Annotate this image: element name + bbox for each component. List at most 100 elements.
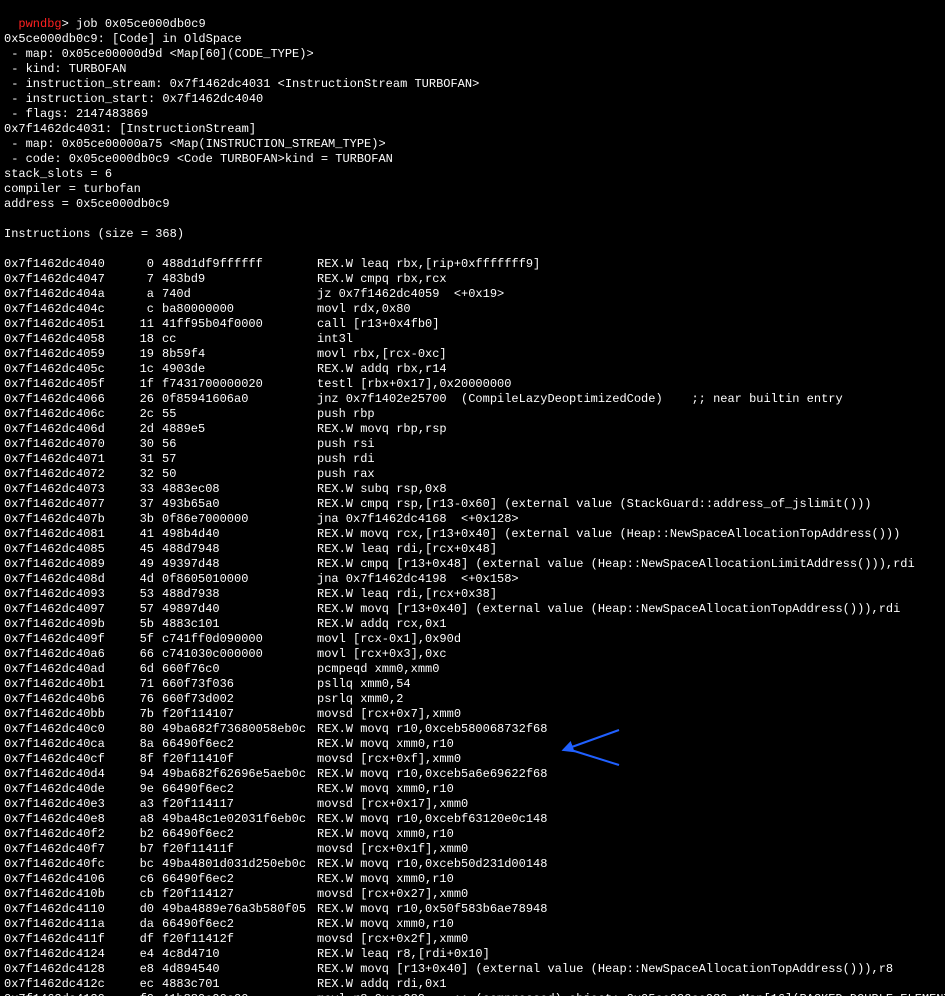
instr-asm: movsd [rcx+0x27],xmm0 <box>317 887 468 902</box>
instr-address: 0x7f1462dc404a <box>4 287 114 302</box>
instr-address: 0x7f1462dc405f <box>4 377 114 392</box>
instr-address: 0x7f1462dc40fc <box>4 857 114 872</box>
instr-hex: 41b889e90c00 <box>154 992 317 996</box>
instr-address: 0x7f1462dc4040 <box>4 257 114 272</box>
disasm-row: 0x7f1462dc408d4d0f8605010000jna 0x7f1462… <box>4 572 941 587</box>
instr-offset: 41 <box>114 527 154 542</box>
disasm-row: 0x7f1462dc405818ccint3l <box>4 332 941 347</box>
instr-offset: 5f <box>114 632 154 647</box>
instr-hex: 49ba48c1e02031f6eb0c <box>154 812 317 827</box>
instr-asm: movsd [rcx+0x1f],xmm0 <box>317 842 468 857</box>
instr-address: 0x7f1462dc40a6 <box>4 647 114 662</box>
object-header: 0x5ce000db0c9: [Code] in OldSpace - map:… <box>4 32 941 242</box>
instr-asm: movl rdx,0x80 <box>317 302 411 317</box>
instr-hex: 55 <box>154 407 317 422</box>
instr-asm: testl [rbx+0x17],0x20000000 <box>317 377 511 392</box>
instr-hex: 498b4d40 <box>154 527 317 542</box>
instr-address: 0x7f1462dc40de <box>4 782 114 797</box>
instr-asm: psrlq xmm0,2 <box>317 692 403 707</box>
instr-address: 0x7f1462dc4066 <box>4 392 114 407</box>
instr-asm: REX.W movq rcx,[r13+0x40] (external valu… <box>317 527 900 542</box>
instr-asm: pcmpeqd xmm0,xmm0 <box>317 662 439 677</box>
instr-asm: REX.W leaq rdi,[rcx+0x48] <box>317 542 497 557</box>
instr-hex: 4d894540 <box>154 962 317 977</box>
disasm-row: 0x7f1462dc4110d049ba4889e76a3b580f05REX.… <box>4 902 941 917</box>
instr-asm: REX.W movq [r13+0x40] (external value (H… <box>317 962 893 977</box>
instr-hex: 483bd9 <box>154 272 317 287</box>
instr-asm: movsd [rcx+0x7],xmm0 <box>317 707 461 722</box>
instr-offset: c6 <box>114 872 154 887</box>
instr-asm: REX.W movq xmm0,r10 <box>317 782 454 797</box>
instr-asm: movsd [rcx+0x2f],xmm0 <box>317 932 468 947</box>
instr-address: 0x7f1462dc409f <box>4 632 114 647</box>
instr-asm: movl [rcx-0x1],0x90d <box>317 632 461 647</box>
instr-offset: 5b <box>114 617 154 632</box>
instr-asm: REX.W movq xmm0,r10 <box>317 872 454 887</box>
instr-asm: REX.W addq rdi,0x1 <box>317 977 447 992</box>
instr-address: 0x7f1462dc4071 <box>4 452 114 467</box>
instr-asm: REX.W movq xmm0,r10 <box>317 827 454 842</box>
disasm-row: 0x7f1462dc406c2c55push rbp <box>4 407 941 422</box>
instr-offset: a3 <box>114 797 154 812</box>
instr-address: 0x7f1462dc4128 <box>4 962 114 977</box>
instr-asm: REX.W movq xmm0,r10 <box>317 917 454 932</box>
instr-asm: REX.W movq r10,0xceb5a6e69622f68 <box>317 767 547 782</box>
instr-hex: 49ba4889e76a3b580f05 <box>154 902 317 917</box>
instr-offset: bc <box>114 857 154 872</box>
instr-hex: f20f11410f <box>154 752 317 767</box>
instr-hex: 4903de <box>154 362 317 377</box>
instr-address: 0x7f1462dc4070 <box>4 437 114 452</box>
instr-offset: b2 <box>114 827 154 842</box>
instr-offset: 32 <box>114 467 154 482</box>
instr-hex: 66490f6ec2 <box>154 917 317 932</box>
instr-address: 0x7f1462dc4058 <box>4 332 114 347</box>
instr-offset: cb <box>114 887 154 902</box>
instr-offset: 31 <box>114 452 154 467</box>
command-input[interactable]: job 0x05ce000db0c9 <box>76 17 206 31</box>
instr-offset: 57 <box>114 602 154 617</box>
instr-address: 0x7f1462dc4081 <box>4 527 114 542</box>
disasm-row: 0x7f1462dc40c08049ba682f73680058eb0cREX.… <box>4 722 941 737</box>
instr-address: 0x7f1462dc40f2 <box>4 827 114 842</box>
instr-asm: psllq xmm0,54 <box>317 677 411 692</box>
disasm-row: 0x7f1462dc409f5fc741ff0d090000movl [rcx-… <box>4 632 941 647</box>
instr-asm: REX.W cmpq rsp,[r13-0x60] (external valu… <box>317 497 872 512</box>
disasm-row: 0x7f1462dc4106c666490f6ec2REX.W movq xmm… <box>4 872 941 887</box>
instr-offset: da <box>114 917 154 932</box>
disasm-row: 0x7f1462dc411fdff20f11412fmovsd [rcx+0x2… <box>4 932 941 947</box>
instr-address: 0x7f1462dc409b <box>4 617 114 632</box>
disasm-row: 0x7f1462dc412cec4883c701REX.W addq rdi,0… <box>4 977 941 992</box>
instr-hex: 660f76c0 <box>154 662 317 677</box>
instr-asm: REX.W movq rbp,rsp <box>317 422 447 437</box>
disasm-row: 0x7f1462dc40723250push rax <box>4 467 941 482</box>
disasm-row: 0x7f1462dc4066260f85941606a0jnz 0x7f1402… <box>4 392 941 407</box>
prompt-line[interactable]: pwndbg> job 0x05ce000db0c9 <box>18 17 205 31</box>
instr-asm: call [r13+0x4fb0] <box>317 317 439 332</box>
instr-offset: 37 <box>114 497 154 512</box>
instr-offset: 0 <box>114 257 154 272</box>
disasm-row: 0x7f1462dc408141498b4d40REX.W movq rcx,[… <box>4 527 941 542</box>
instr-offset: 1f <box>114 377 154 392</box>
instr-offset: 26 <box>114 392 154 407</box>
instr-asm: REX.W movq r10,0xcebf63120e0c148 <box>317 812 547 827</box>
disasm-row: 0x7f1462dc40b676660f73d002psrlq xmm0,2 <box>4 692 941 707</box>
instr-hex: f20f11412f <box>154 932 317 947</box>
instr-hex: f20f114107 <box>154 707 317 722</box>
instr-offset: 30 <box>114 437 154 452</box>
instr-hex: 41ff95b04f0000 <box>154 317 317 332</box>
instr-hex: 660f73f036 <box>154 677 317 692</box>
instr-address: 0x7f1462dc40b1 <box>4 677 114 692</box>
instr-offset: d0 <box>114 902 154 917</box>
disasm-row: 0x7f1462dc4128e84d894540REX.W movq [r13+… <box>4 962 941 977</box>
instr-offset: c <box>114 302 154 317</box>
instr-hex: f20f114127 <box>154 887 317 902</box>
instr-asm: REX.W addq rcx,0x1 <box>317 617 447 632</box>
instr-hex: 66490f6ec2 <box>154 737 317 752</box>
instr-asm: movl r8,0xce989 ;; (compressed) object: … <box>317 992 945 996</box>
instr-address: 0x7f1462dc4073 <box>4 482 114 497</box>
disasm-row: 0x7f1462dc411ada66490f6ec2REX.W movq xmm… <box>4 917 941 932</box>
instr-hex: 493b65a0 <box>154 497 317 512</box>
instr-offset: 8a <box>114 737 154 752</box>
instr-asm: REX.W cmpq [r13+0x48] (external value (H… <box>317 557 915 572</box>
instr-asm: REX.W movq r10,0xceb580068732f68 <box>317 722 547 737</box>
